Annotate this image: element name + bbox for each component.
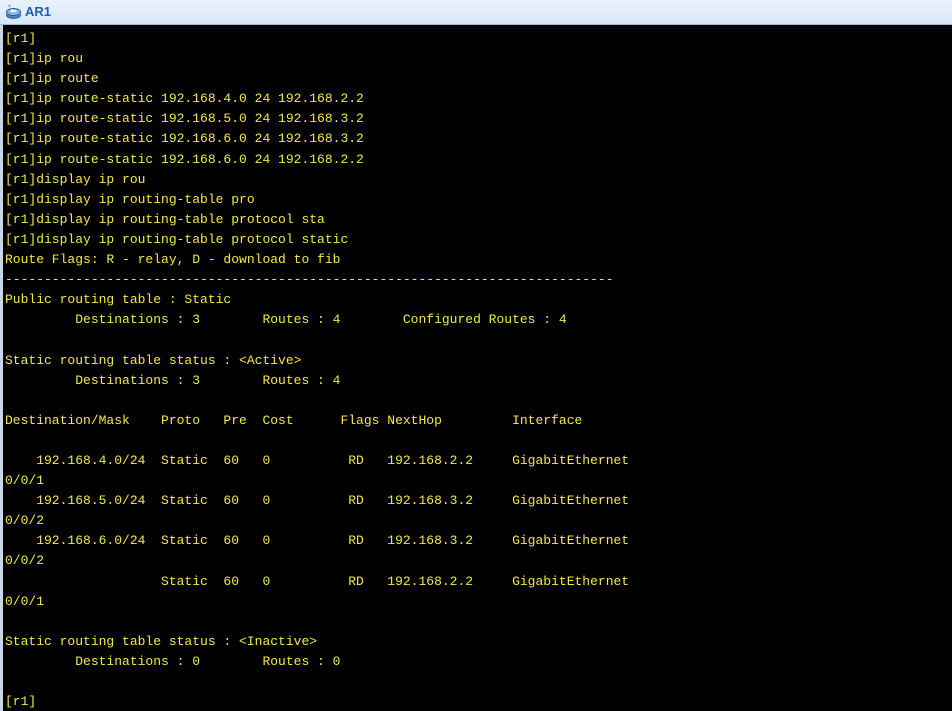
router-icon — [5, 4, 22, 20]
terminal-line: [r1]ip route-static 192.168.6.0 24 192.1… — [5, 151, 364, 167]
terminal-line: 0/0/1 — [5, 473, 45, 489]
terminal-line: [r1] — [5, 694, 37, 710]
terminal-line: 0/0/2 — [5, 513, 45, 529]
terminal-line: 192.168.5.0/24 Static 60 0 RD 192.168.3.… — [5, 493, 630, 509]
terminal-line: [r1]ip rou — [5, 51, 84, 67]
terminal-line: [r1]display ip routing-table pro — [5, 191, 255, 207]
terminal-line: Destinations : 3 Routes : 4 Configured R… — [5, 312, 567, 328]
terminal-line: [r1]ip route-static 192.168.4.0 24 192.1… — [5, 91, 364, 107]
terminal-line: 0/0/2 — [5, 553, 45, 569]
terminal-line: Route Flags: R - relay, D - download to … — [5, 252, 341, 268]
terminal-line: [r1]display ip routing-table protocol st… — [5, 231, 349, 247]
terminal-output[interactable]: [r1] [r1]ip rou [r1]ip route [r1]ip route-s… — [5, 29, 950, 711]
terminal-line: [r1]ip route-static 192.168.5.0 24 192.1… — [5, 111, 364, 127]
terminal-line: Static 60 0 RD 192.168.2.2 GigabitEthern… — [5, 573, 630, 589]
terminal-line: Public routing table : Static — [5, 292, 232, 308]
terminal-line: Destinations : 3 Routes : 4 — [5, 372, 341, 388]
window-title: AR1 — [25, 4, 52, 19]
terminal-line: 192.168.6.0/24 Static 60 0 RD 192.168.3.… — [5, 533, 630, 549]
terminal-line: Static routing table status : <Active> — [5, 352, 302, 368]
terminal-line: 0/0/1 — [5, 593, 45, 609]
title-bar[interactable]: AR1 — [0, 0, 952, 25]
terminal-line: ----------------------------------------… — [5, 272, 614, 288]
terminal-line: Destinations : 0 Routes : 0 — [5, 653, 341, 669]
terminal-line: [r1]ip route-static 192.168.6.0 24 192.1… — [5, 131, 364, 147]
terminal-line: 192.168.4.0/24 Static 60 0 RD 192.168.2.… — [5, 452, 630, 468]
terminal-line: [r1] — [5, 31, 37, 46]
terminal-line: Destination/Mask Proto Pre Cost Flags Ne… — [5, 412, 583, 428]
terminal-line: [r1]display ip rou — [5, 171, 146, 187]
terminal-line: [r1]ip route — [5, 71, 99, 87]
terminal-line: Static routing table status : <Inactive> — [5, 633, 318, 649]
terminal-window: AR1 [r1] [r1]ip rou [r1]ip route [r1]ip rou… — [0, 0, 952, 711]
terminal-line: [r1]display ip routing-table protocol st… — [5, 211, 325, 227]
window-left-border — [0, 25, 3, 711]
